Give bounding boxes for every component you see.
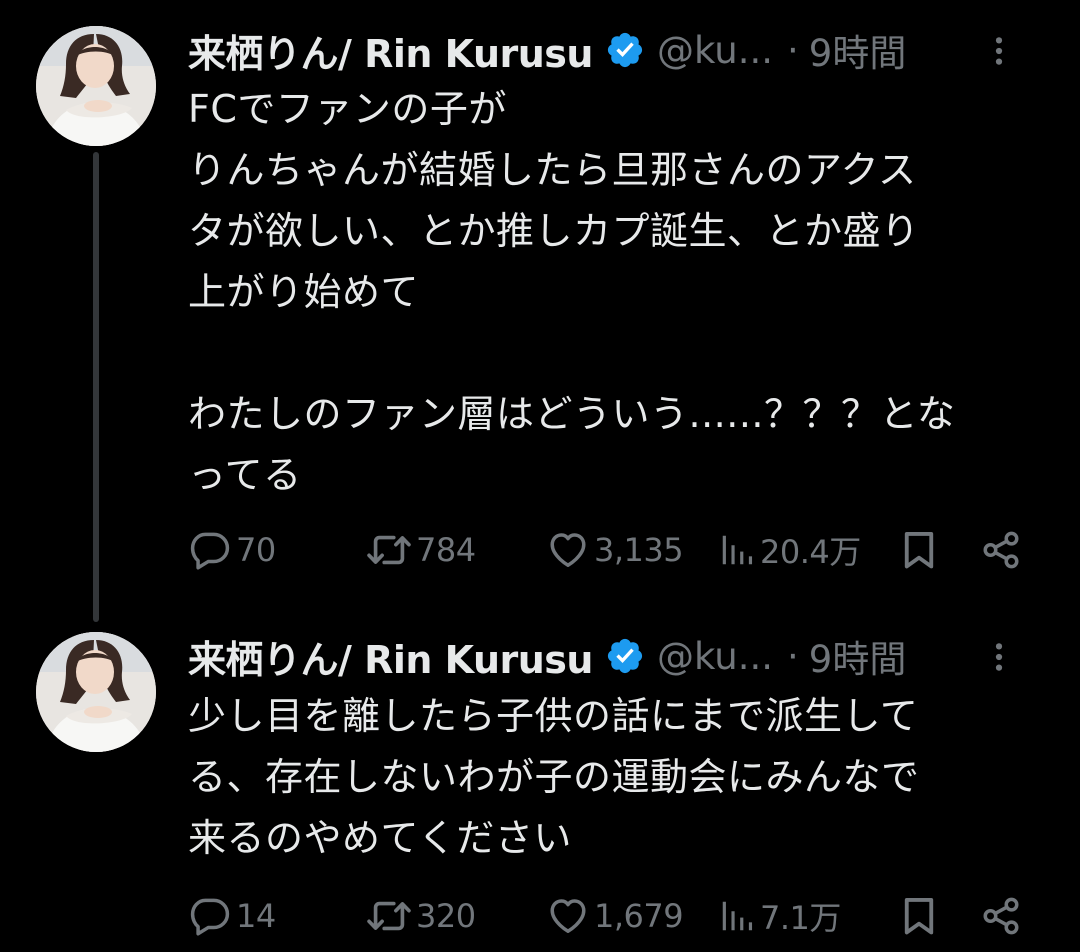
avatar-image xyxy=(36,632,156,752)
retweet-count: 784 xyxy=(416,531,476,569)
share-button[interactable] xyxy=(980,888,1022,944)
bookmark-button[interactable] xyxy=(898,522,940,578)
verified-badge-icon xyxy=(605,30,645,70)
like-icon xyxy=(546,528,590,572)
tweet[interactable]: 来栖りん/ Rin Kurusu @ku... · 9時間 FCでファンの子が … xyxy=(0,0,1080,622)
avatar-image xyxy=(36,26,156,146)
share-icon xyxy=(980,529,1022,571)
more-vertical-icon[interactable] xyxy=(982,640,1016,674)
like-icon xyxy=(546,894,590,938)
reply-icon xyxy=(188,894,232,938)
avatar[interactable] xyxy=(36,632,156,752)
tweet-header: 来栖りん/ Rin Kurusu @ku... · 9時間 xyxy=(188,628,1048,684)
more-vertical-icon[interactable] xyxy=(982,34,1016,68)
bookmark-icon xyxy=(898,529,940,571)
reply-button[interactable]: 14 xyxy=(188,888,276,944)
views-icon xyxy=(718,531,756,569)
like-button[interactable]: 3,135 xyxy=(546,522,684,578)
reply-count: 14 xyxy=(236,897,276,935)
like-button[interactable]: 1,679 xyxy=(546,888,684,944)
thread-connector-line xyxy=(93,152,99,622)
reply-button[interactable]: 70 xyxy=(188,522,276,578)
separator-dot: · xyxy=(787,634,799,678)
retweet-button[interactable]: 784 xyxy=(366,522,476,578)
views-icon xyxy=(718,897,756,935)
tweet-header: 来栖りん/ Rin Kurusu @ku... · 9時間 xyxy=(188,22,1048,78)
tweet-text: 少し目を離したら子供の話にまで派生して る、存在しないわが子の運動会にみんなで … xyxy=(188,694,920,860)
retweet-button[interactable]: 320 xyxy=(366,888,476,944)
retweet-icon xyxy=(366,527,412,573)
reply-icon xyxy=(188,528,232,572)
avatar[interactable] xyxy=(36,26,156,146)
author-display-name[interactable]: 来栖りん/ Rin Kurusu xyxy=(188,629,593,684)
share-button[interactable] xyxy=(980,522,1022,578)
author-display-name[interactable]: 来栖りん/ Rin Kurusu xyxy=(188,23,593,78)
views-button[interactable]: 7.1万 xyxy=(718,888,841,944)
tweet-text: FCでファンの子が りんちゃんが結婚したら旦那さんのアクス タが欲しい、とか推し… xyxy=(188,87,956,497)
tweet-actions: 14 320 1,679 7.1万 xyxy=(188,888,1048,944)
share-icon xyxy=(980,895,1022,937)
separator-dot: · xyxy=(787,28,799,72)
views-count: 20.4万 xyxy=(760,533,861,571)
bookmark-icon xyxy=(898,895,940,937)
tweet-actions: 70 784 3,135 20.4万 xyxy=(188,522,1048,578)
views-count: 7.1万 xyxy=(760,899,841,937)
retweet-count: 320 xyxy=(416,897,476,935)
like-count: 3,135 xyxy=(594,531,684,569)
tweet-timestamp[interactable]: 9時間 xyxy=(809,23,907,77)
verified-badge-icon xyxy=(605,636,645,676)
tweet[interactable]: 来栖りん/ Rin Kurusu @ku... · 9時間 少し目を離したら子供… xyxy=(0,620,1080,952)
like-count: 1,679 xyxy=(594,897,684,935)
retweet-icon xyxy=(366,893,412,939)
reply-count: 70 xyxy=(236,531,276,569)
tweet-timestamp[interactable]: 9時間 xyxy=(809,629,907,683)
author-handle[interactable]: @ku... xyxy=(657,635,773,678)
views-button[interactable]: 20.4万 xyxy=(718,522,861,578)
author-handle[interactable]: @ku... xyxy=(657,29,773,72)
bookmark-button[interactable] xyxy=(898,888,940,944)
